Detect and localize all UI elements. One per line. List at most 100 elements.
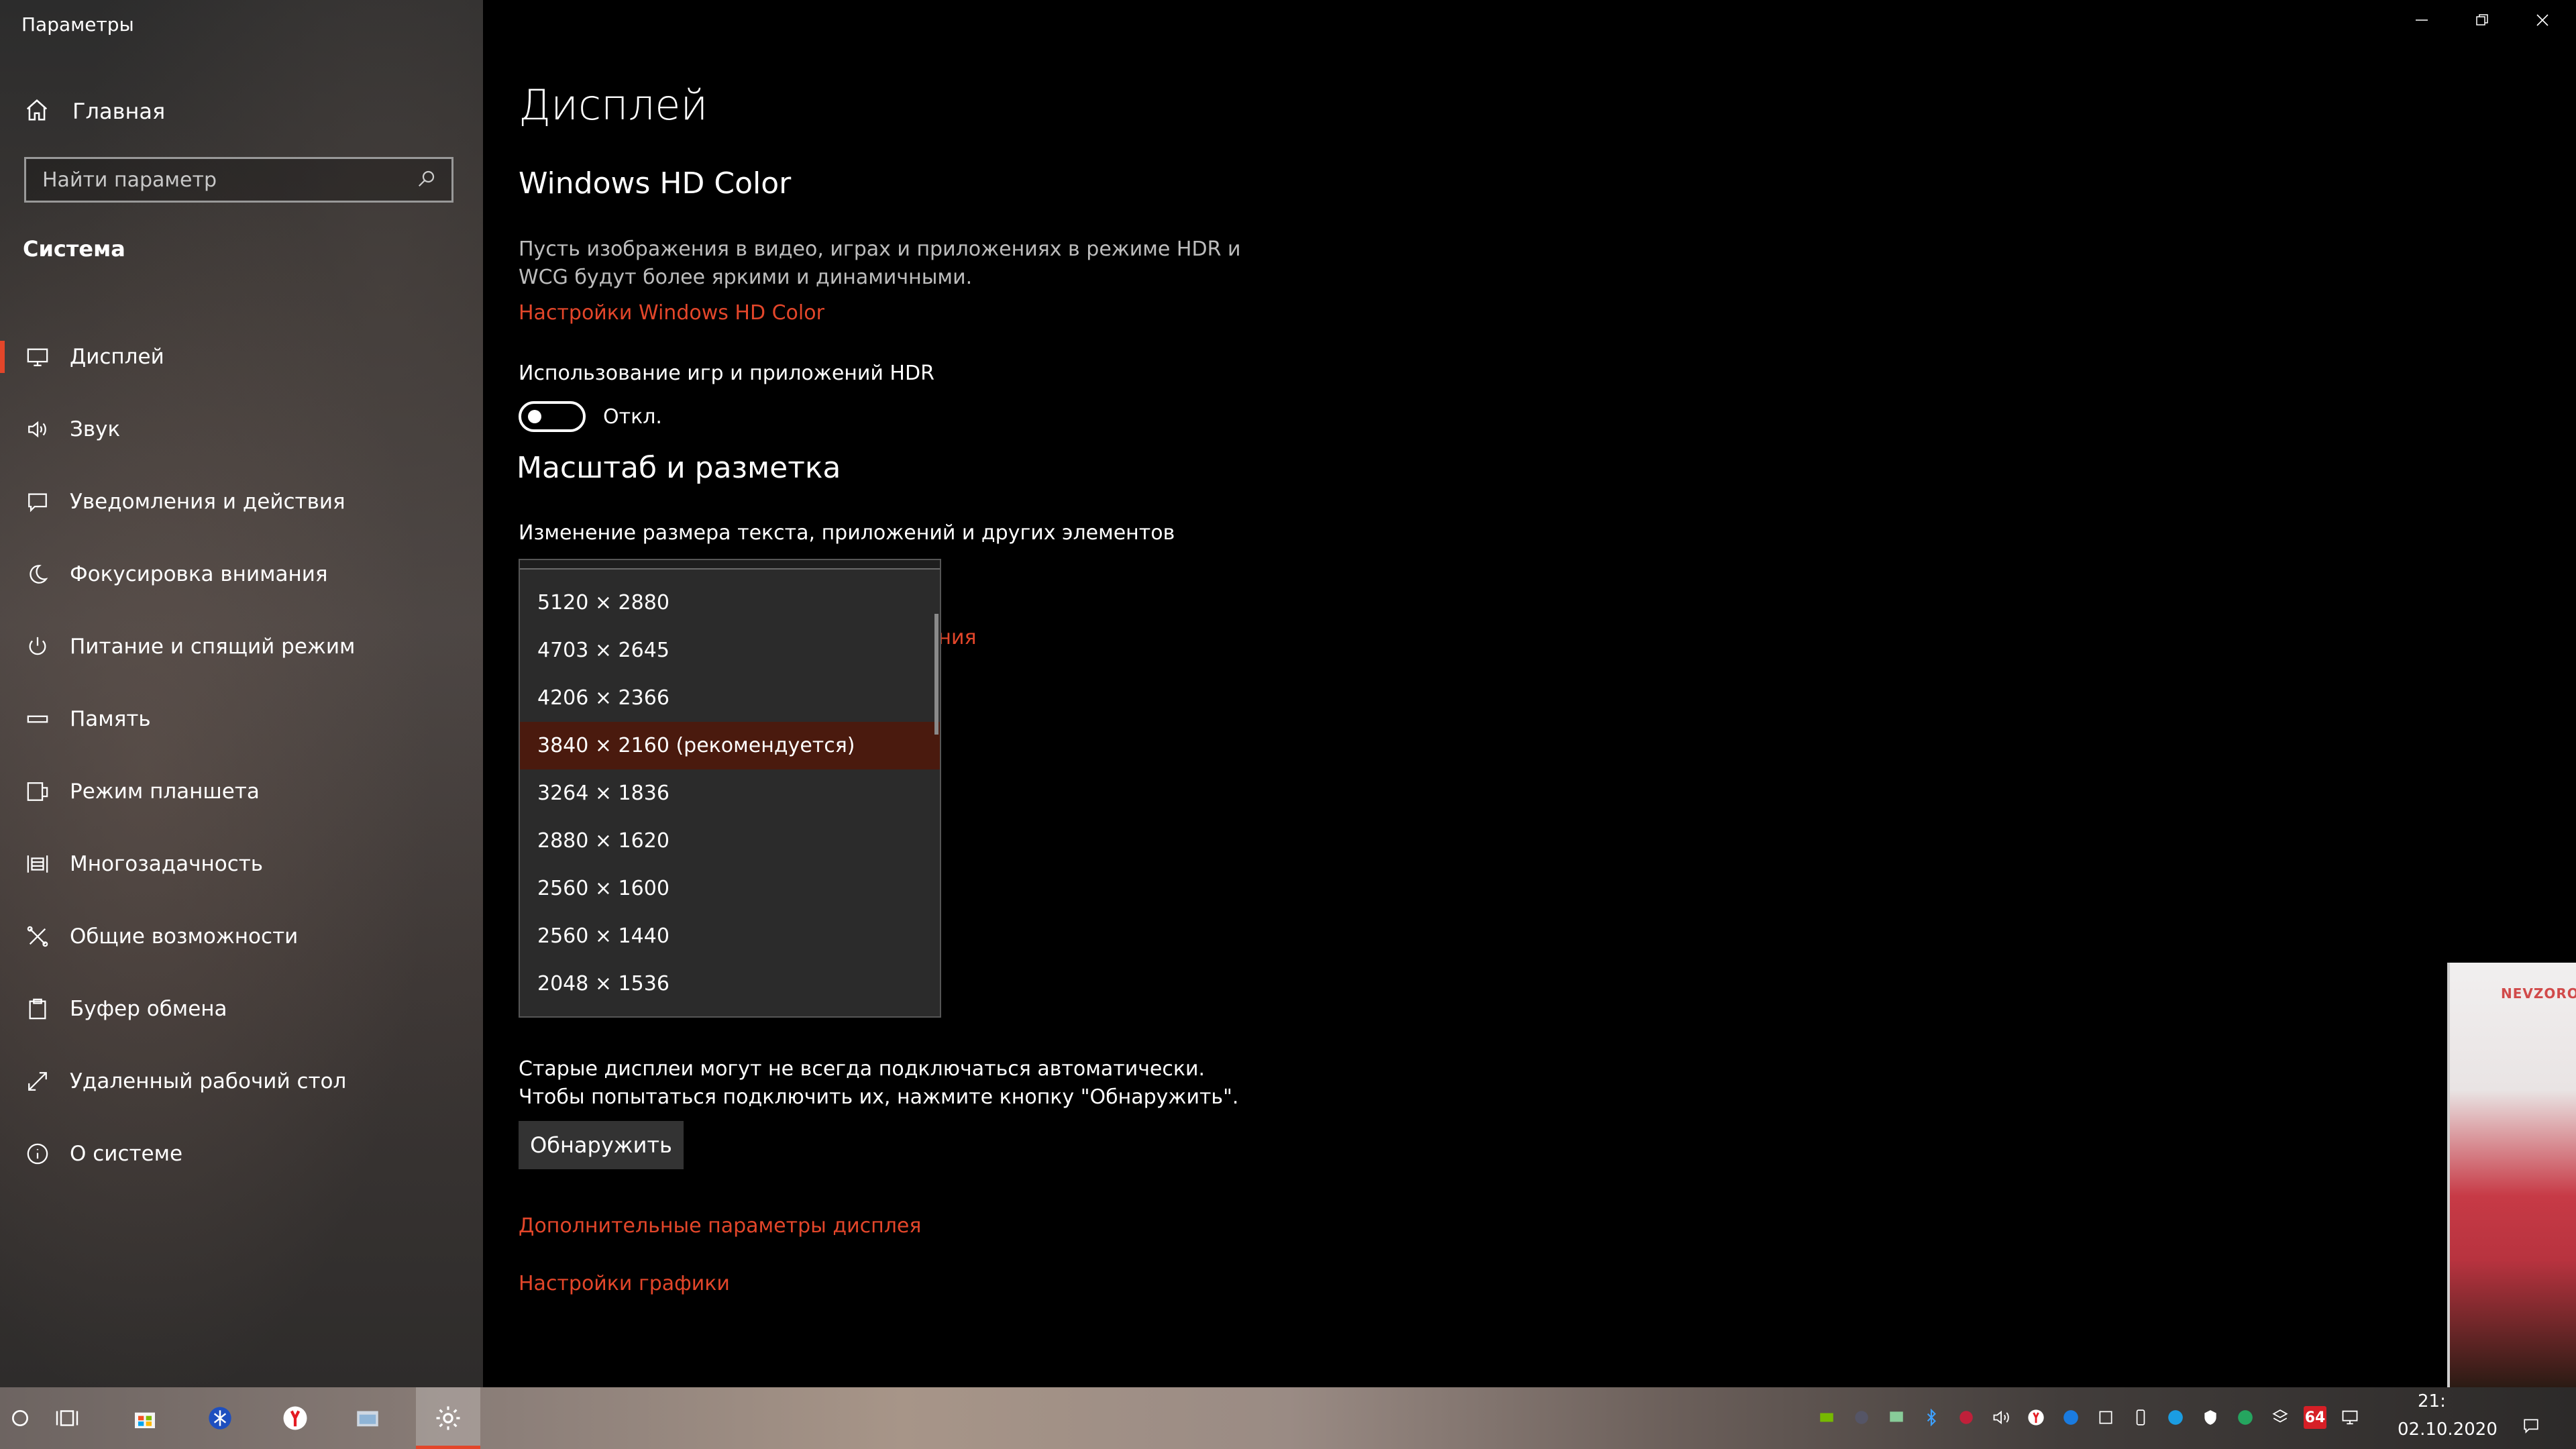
resolution-option[interactable]: 2560 × 1440 [520, 912, 940, 960]
advanced-display-link[interactable]: Дополнительные параметры дисплея [519, 1214, 921, 1238]
sidebar-item-power[interactable]: Питание и спящий режим [0, 610, 483, 683]
sidebar: Параметры Главная Система Дисплей Звук У… [0, 0, 483, 1387]
search-icon[interactable] [417, 168, 437, 191]
minimize-button[interactable] [2392, 0, 2452, 43]
dropdown-top-border [520, 560, 940, 570]
tray-green-icon[interactable] [2234, 1406, 2257, 1429]
tablet-icon [24, 778, 51, 805]
section-label: Система [23, 236, 125, 262]
resolution-option[interactable]: 5120 × 2880 [520, 579, 940, 627]
sidebar-item-remote-desktop[interactable]: Удаленный рабочий стол [0, 1045, 483, 1118]
dropbox-icon[interactable] [2269, 1406, 2292, 1429]
sidebar-item-label: Удаленный рабочий стол [70, 1069, 347, 1093]
sidebar-item-clipboard[interactable]: Буфер обмена [0, 973, 483, 1045]
sidebar-nav: Дисплей Звук Уведомления и действия Фоку… [0, 321, 483, 1190]
speaker-icon [24, 416, 51, 443]
search-box[interactable] [24, 157, 453, 203]
tray-monitor-icon[interactable] [1885, 1406, 1908, 1429]
edge-icon[interactable] [2164, 1406, 2187, 1429]
hdr-toggle-state: Откл. [603, 405, 662, 429]
sidebar-item-sound[interactable]: Звук [0, 393, 483, 466]
sidebar-item-focus-assist[interactable]: Фокусировка внимания [0, 538, 483, 610]
graphics-settings-link[interactable]: Настройки графики [519, 1272, 730, 1295]
resolution-options: 5120 × 2880 4703 × 2645 4206 × 2366 3840… [520, 579, 940, 1008]
home-nav-item[interactable]: Главная [24, 93, 165, 130]
notification-icon [24, 488, 51, 515]
store-icon[interactable] [127, 1401, 162, 1436]
resolution-option[interactable]: 2560 × 1600 [520, 865, 940, 912]
detect-text-line1: Старые дисплеи могут не всегда подключат… [519, 1057, 1205, 1081]
multitasking-icon [24, 851, 51, 877]
clipboard-icon [24, 996, 51, 1022]
security-shield-icon[interactable] [2199, 1406, 2222, 1429]
msi-afterburner-icon[interactable] [1955, 1406, 1978, 1429]
resolution-option[interactable]: 4206 × 2366 [520, 674, 940, 722]
tray-window-icon[interactable] [2094, 1406, 2117, 1429]
remote-desktop-icon [24, 1068, 51, 1095]
resolution-option-selected[interactable]: 3840 × 2160 (рекомендуется) [520, 722, 940, 769]
resolution-option[interactable]: 2048 × 1536 [520, 960, 940, 1008]
detect-text-line2: Чтобы попытаться подключить их, нажмите … [519, 1085, 1239, 1109]
scale-description: Изменение размера текста, приложений и д… [519, 521, 1175, 545]
page-title: Дисплей [519, 80, 708, 129]
hd-color-settings-link[interactable]: Настройки Windows HD Color [519, 301, 824, 325]
resolution-option[interactable]: 3264 × 1836 [520, 769, 940, 817]
sidebar-item-display[interactable]: Дисплей [0, 321, 483, 393]
resolution-option[interactable]: 2880 × 1620 [520, 817, 940, 865]
sidebar-item-about[interactable]: О системе [0, 1118, 483, 1190]
nvidia-icon[interactable] [1815, 1406, 1838, 1429]
settings-gear-icon[interactable] [431, 1401, 466, 1436]
sidebar-item-shared-experiences[interactable]: Общие возможности [0, 900, 483, 973]
volume-icon[interactable] [1990, 1406, 2012, 1429]
video-preview-window[interactable]: NEVZOROV [2447, 963, 2576, 1387]
app-title: Параметры [21, 13, 134, 36]
search-input[interactable] [41, 167, 417, 193]
sidebar-item-tablet[interactable]: Режим планшета [0, 755, 483, 828]
sidebar-item-notifications[interactable]: Уведомления и действия [0, 466, 483, 538]
home-label: Главная [72, 99, 166, 124]
restore-icon [2475, 13, 2489, 30]
network-icon[interactable] [2339, 1406, 2361, 1429]
bluetooth-icon[interactable] [1920, 1406, 1943, 1429]
yandex-tray-icon[interactable] [2025, 1406, 2047, 1429]
tray-badge[interactable]: 64 [2304, 1406, 2326, 1429]
yandex-browser-icon[interactable] [278, 1401, 313, 1436]
clock-time[interactable]: 21: [2418, 1391, 2446, 1411]
resolution-option[interactable]: 4703 × 2645 [520, 627, 940, 674]
close-button[interactable] [2512, 0, 2573, 43]
hdr-toggle[interactable] [519, 401, 586, 432]
task-view-icon[interactable] [50, 1401, 85, 1436]
home-icon [24, 97, 50, 125]
info-icon [24, 1140, 51, 1167]
minimize-icon [2414, 13, 2429, 30]
action-center-icon[interactable] [2520, 1414, 2542, 1437]
hdr-heading: Windows HD Color [519, 166, 792, 201]
detect-button[interactable]: Обнаружить [519, 1121, 684, 1169]
sidebar-item-label: Звук [70, 417, 121, 441]
app-icon-blue[interactable] [203, 1401, 237, 1436]
sidebar-item-label: Буфер обмена [70, 997, 227, 1021]
sidebar-item-label: Режим планшета [70, 780, 260, 804]
toggle-knob [528, 410, 541, 423]
tray-app-icon[interactable] [1850, 1406, 1873, 1429]
clock-date[interactable]: 02.10.2020 [2398, 1419, 2498, 1440]
power-icon [24, 633, 51, 660]
usb-device-icon[interactable] [2129, 1406, 2152, 1429]
sidebar-item-label: Общие возможности [70, 924, 299, 949]
sidebar-item-label: Многозадачность [70, 852, 264, 876]
monitor-icon [24, 343, 51, 370]
dropdown-scrollbar[interactable] [934, 614, 938, 735]
sidebar-item-label: Дисплей [70, 345, 164, 369]
resolution-dropdown[interactable]: 5120 × 2880 4703 × 2645 4206 × 2366 3840… [519, 559, 941, 1018]
sidebar-item-label: Уведомления и действия [70, 490, 345, 514]
hdr-description-line2: WCG будут более яркими и динамичными. [519, 266, 973, 289]
scale-heading: Масштаб и разметка [517, 451, 841, 485]
cortana-icon[interactable] [3, 1401, 38, 1436]
sidebar-item-storage[interactable]: Память [0, 683, 483, 755]
hdr-toggle-label: Использование игр и приложений HDR [519, 362, 934, 385]
preview-brand-text: NEVZOROV [2501, 985, 2576, 1002]
explorer-icon[interactable] [350, 1401, 385, 1436]
skype-icon[interactable] [2059, 1406, 2082, 1429]
restore-button[interactable] [2452, 0, 2512, 43]
sidebar-item-multitasking[interactable]: Многозадачность [0, 828, 483, 900]
